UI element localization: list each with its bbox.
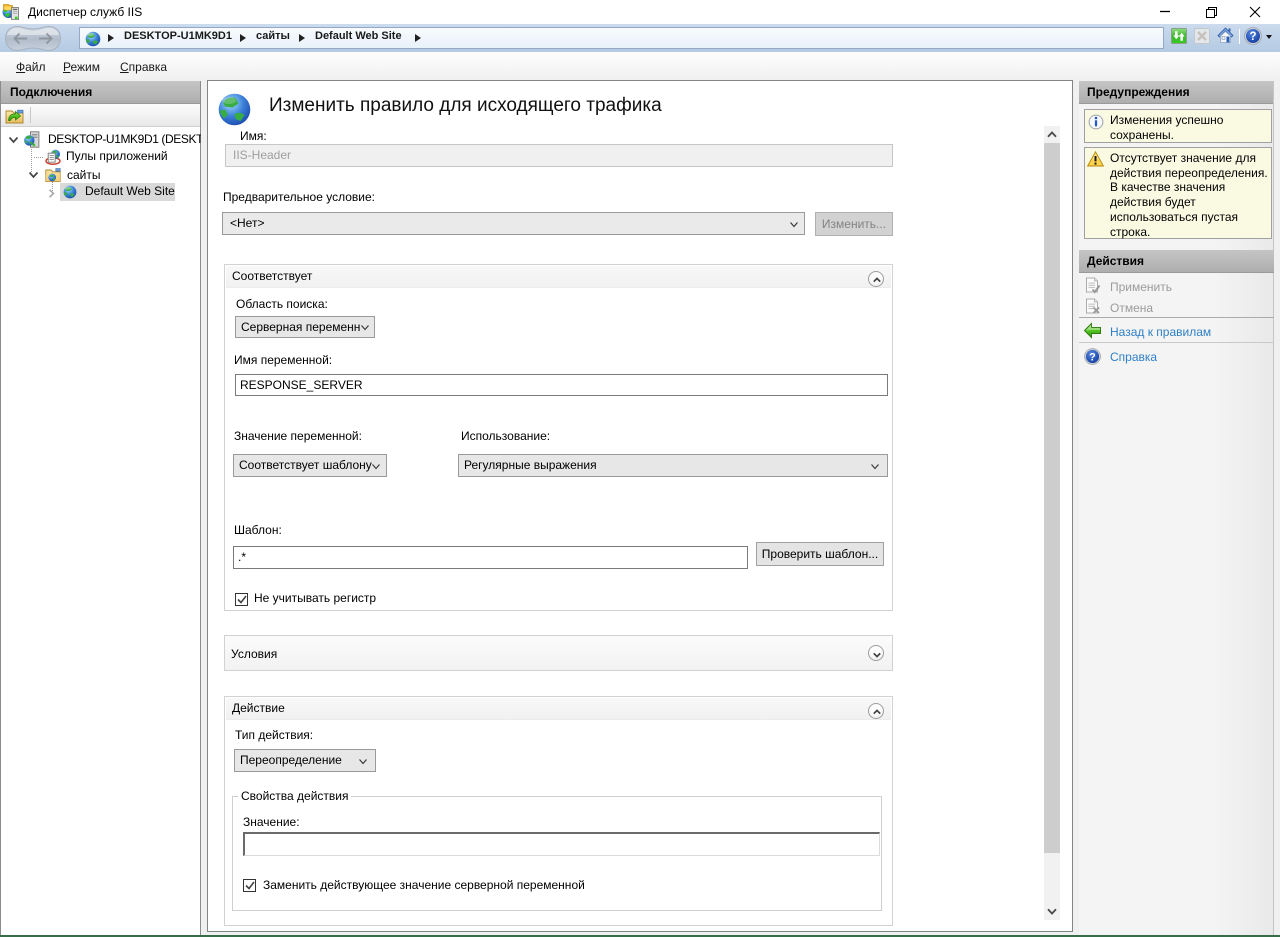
svg-text:?: ? [1249,31,1256,43]
svg-text:?: ? [1089,351,1096,363]
